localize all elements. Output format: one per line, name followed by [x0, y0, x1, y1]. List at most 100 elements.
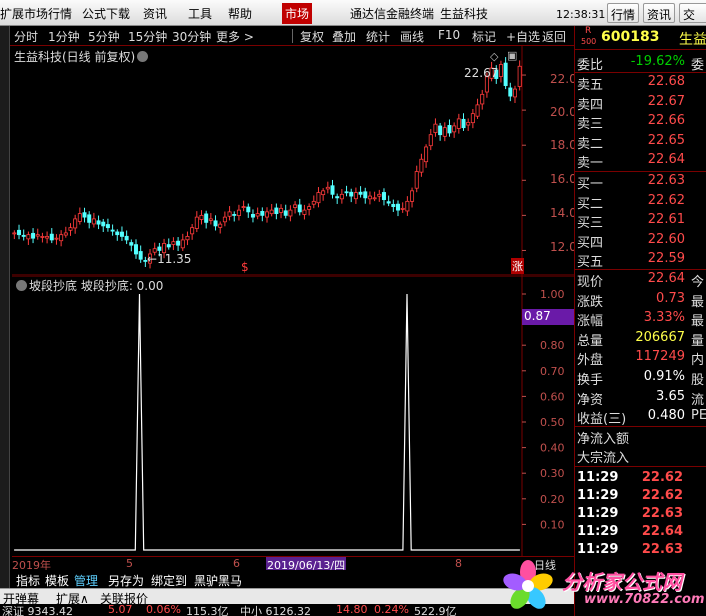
settings-circle-icon[interactable] — [16, 280, 27, 291]
bid-row: 买五 22.59 — [577, 250, 706, 270]
tick-row: 11:29 22.62 — [577, 487, 706, 506]
restore-right-button[interactable]: 复权 — [300, 28, 324, 45]
row-extra: 流 — [691, 392, 705, 408]
r-badge-number: 500 — [581, 37, 597, 46]
candle-body — [363, 191, 368, 199]
period-15min[interactable]: 15分钟 — [128, 28, 167, 45]
candle-body — [250, 213, 255, 218]
tick-time: 11:29 — [577, 488, 619, 503]
row-value: 0.91% — [643, 369, 685, 384]
candle-body — [26, 234, 31, 240]
indicator-chart[interactable]: 1.000.900.800.700.600.500.400.300.200.10 — [12, 275, 574, 556]
period-5min[interactable]: 5分钟 — [88, 28, 120, 45]
ticker-change: 14.80 — [336, 603, 368, 616]
candle-body — [424, 146, 429, 163]
tab-bind[interactable]: 绑定到 — [151, 572, 187, 589]
menu-tools[interactable]: 工具 — [188, 5, 212, 22]
row-value: 22.62 — [647, 192, 685, 208]
ticker-pct: 0.24% — [374, 603, 409, 616]
candle-body — [218, 223, 223, 228]
indicator-panel[interactable]: 1.000.900.800.700.600.500.400.300.200.10… — [12, 275, 574, 556]
info-button[interactable]: 资讯 — [643, 3, 676, 23]
settings-circle-icon[interactable] — [137, 51, 149, 62]
diamond-icon[interactable]: ◇ — [490, 50, 498, 63]
tab-save-as[interactable]: 另存为 — [108, 572, 144, 589]
tab-indicator[interactable]: 指标 — [16, 572, 40, 589]
candle-body — [213, 220, 218, 227]
period-1min[interactable]: 1分钟 — [48, 28, 80, 45]
candle-body — [377, 193, 382, 197]
candlestick-chart[interactable] — [12, 46, 574, 276]
tick-price: 22.62 — [641, 488, 683, 503]
menu-help[interactable]: 帮助 — [228, 5, 252, 22]
candle-body — [101, 221, 106, 227]
row-label: 净资 — [577, 392, 604, 408]
f10-button[interactable]: F10 — [438, 28, 460, 42]
mark-button[interactable]: 标记 — [472, 28, 496, 45]
date-axis: 2019年 5 6 2019/06/13/四 8 日线 — [12, 556, 574, 573]
row-value: 22.64 — [647, 152, 685, 168]
candle-body — [475, 104, 480, 117]
y-tick-label: 0.80 — [540, 339, 565, 352]
dollar-marker[interactable]: $ — [241, 260, 249, 274]
overlay-button[interactable]: 叠加 — [332, 28, 356, 45]
candle-body — [358, 191, 363, 195]
candle-body — [194, 216, 199, 229]
period-timeshare[interactable]: 分时 — [14, 28, 38, 45]
candle-body — [166, 244, 171, 248]
candle-body — [405, 200, 410, 212]
r-badge: R — [585, 26, 592, 36]
menu-market[interactable]: 扩展市场行情 — [0, 5, 72, 22]
current-value-badge: 0.87 — [522, 309, 574, 325]
window-icon[interactable]: ▣ — [507, 49, 517, 62]
candle-body — [452, 125, 457, 133]
block-inflow-row: 大宗流入 — [577, 451, 630, 466]
rise-marker[interactable]: 涨 — [511, 258, 524, 274]
y-tick-label: 0.30 — [540, 467, 565, 480]
indicator-tabs: 指标 模板 管理 另存为 绑定到 黑驴黑马 — [12, 570, 574, 588]
stats-button[interactable]: 统计 — [366, 28, 390, 45]
row-label: 卖二 — [577, 136, 604, 152]
tick-time: 11:29 — [577, 524, 619, 539]
date-label: 8 — [455, 557, 462, 570]
candle-body — [353, 192, 358, 200]
y-tick-label: 0.10 — [540, 518, 565, 531]
quote-button[interactable]: 行情 — [607, 3, 640, 23]
candle-body — [274, 207, 279, 215]
row-label: 卖一 — [577, 156, 604, 172]
row-extra: 股 — [691, 373, 705, 388]
menu-formula-download[interactable]: 公式下载 — [82, 5, 130, 22]
period-30min[interactable]: 30分钟 — [172, 28, 211, 45]
period-more[interactable]: 更多 > — [216, 28, 254, 45]
weibi-row: 委比 -19.62% 委 — [577, 54, 705, 73]
candle-body — [176, 240, 181, 246]
stock-title: 生益科技 — [440, 7, 489, 21]
row-value: 22.66 — [647, 113, 685, 129]
watermark-brand: 分析家公式网 — [562, 570, 682, 594]
row-label: 外盘 — [577, 353, 604, 369]
tab-dark-horse[interactable]: 黑驴黑马 — [194, 572, 242, 589]
tab-template[interactable]: 模板 — [45, 572, 69, 589]
candle-body — [129, 242, 134, 246]
candle-body — [119, 231, 124, 237]
trade-button[interactable]: 交易 — [679, 3, 706, 23]
candlestick-panel[interactable]: 生益科技(日线 前复权) 22.67 ←11.35 ◇ ▣ $ 涨 22.00 … — [12, 46, 584, 276]
row-value: 3.33% — [643, 310, 685, 326]
candle-body — [302, 209, 307, 215]
tab-manage[interactable]: 管理 — [74, 572, 98, 589]
row-extra: PE — [691, 408, 706, 424]
row-extra: 最 — [691, 294, 705, 310]
menu-market-active[interactable]: 市场 — [282, 3, 313, 24]
candle-body — [54, 237, 59, 240]
candle-body — [339, 193, 344, 200]
indicator-series-line — [14, 293, 520, 551]
draw-button[interactable]: 画线 — [400, 28, 424, 45]
candle-body — [447, 125, 452, 134]
date-label: 5 — [126, 557, 133, 570]
back-button[interactable]: 返回 — [542, 28, 566, 45]
add-watchlist-button[interactable]: +自选 — [506, 28, 540, 45]
candle-body — [59, 234, 64, 242]
menu-news[interactable]: 资讯 — [143, 5, 167, 22]
row-extra: 内 — [691, 353, 705, 369]
candle-body — [82, 212, 87, 218]
